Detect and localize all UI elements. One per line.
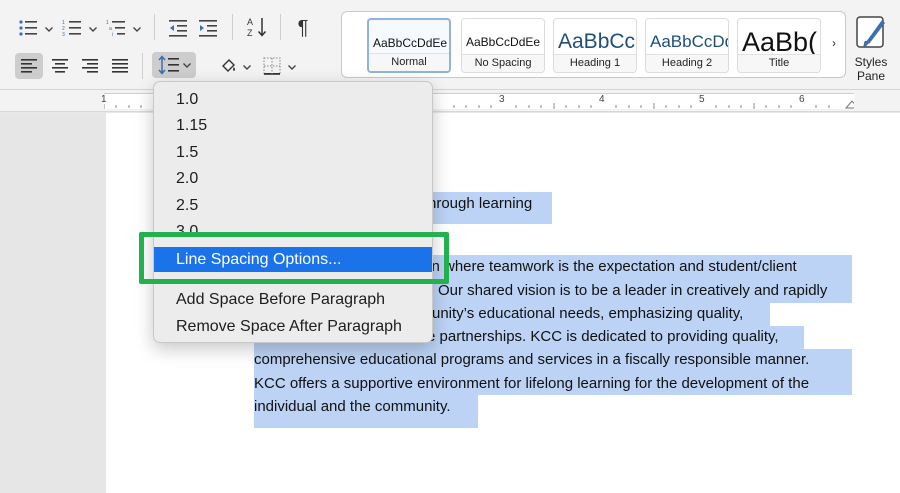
ruler: 1 3 4 5 6 <box>0 90 900 112</box>
increase-indent-icon[interactable] <box>196 15 220 41</box>
style-name: Normal <box>369 53 449 71</box>
line-spacing-menu: 1.0 1.15 1.5 2.0 2.5 3.0 Line Spacing Op… <box>153 81 433 343</box>
more-styles-icon[interactable]: › <box>832 36 836 50</box>
svg-text:i: i <box>112 32 113 37</box>
toolbar-divider <box>280 14 281 40</box>
svg-text:3: 3 <box>62 32 65 37</box>
ruler-mark: 4 <box>599 94 605 105</box>
line-spacing-icon <box>157 55 179 75</box>
style-sample: AaBb( <box>742 28 818 56</box>
document-line[interactable]: Our shared vision is to be a leader in c… <box>438 279 827 302</box>
style-no-spacing[interactable]: AaBbCcDdEe No Spacing <box>461 18 545 73</box>
menu-item-add-space-before[interactable]: Add Space Before Paragraph <box>176 290 385 310</box>
ruler-mark: 1 <box>101 94 107 105</box>
document-line[interactable]: comprehensive educational programs and s… <box>254 348 809 371</box>
toolbar-divider <box>142 53 143 79</box>
shading-icon[interactable] <box>218 53 240 79</box>
style-name: Heading 1 <box>554 54 636 72</box>
document-line[interactable]: tin where teamwork is the expectation an… <box>424 255 797 278</box>
styles-pane-button[interactable]: Styles Pane <box>848 12 894 84</box>
toolbar-divider <box>232 14 233 40</box>
style-title[interactable]: AaBb( Title <box>737 18 821 73</box>
document-line[interactable]: KCC offers a supportive environment for … <box>254 372 809 395</box>
ruler-mark: 5 <box>699 94 705 105</box>
svg-text:Z: Z <box>247 28 253 38</box>
ribbon-toolbar: 123 1ai AZ ¶ AaBbCcDdEe Normal AaBbCcDdE… <box>0 0 900 90</box>
ruler-mark: 6 <box>799 94 805 105</box>
style-sample: AaBbCc <box>558 30 636 53</box>
style-heading-1[interactable]: AaBbCc Heading 1 <box>553 18 637 73</box>
style-name: Heading 2 <box>646 54 728 72</box>
style-sample: AaBbCcDd <box>650 32 728 51</box>
chevron-down-icon[interactable] <box>243 62 251 72</box>
style-heading-2[interactable]: AaBbCcDd Heading 2 <box>645 18 729 73</box>
annotation-highlight-box <box>139 232 449 284</box>
numbering-icon[interactable]: 123 <box>60 15 84 41</box>
align-right-icon[interactable] <box>77 53 103 79</box>
decrease-indent-icon[interactable] <box>166 15 190 41</box>
chevron-down-icon[interactable] <box>288 62 296 72</box>
styles-pane-label-2: Pane <box>856 69 886 83</box>
document-line[interactable]: hrough learning <box>428 192 532 215</box>
style-normal[interactable]: AaBbCcDdEe Normal <box>367 18 451 73</box>
menu-item-spacing-1-15[interactable]: 1.15 <box>176 116 207 136</box>
align-center-icon[interactable] <box>47 53 73 79</box>
chevron-down-icon[interactable] <box>45 24 53 34</box>
chevron-down-icon[interactable] <box>133 24 141 34</box>
document-line[interactable]: individual and the community. <box>254 395 451 418</box>
show-formatting-icon[interactable]: ¶ <box>290 15 316 41</box>
multilevel-list-icon[interactable]: 1ai <box>104 15 128 41</box>
style-name: Title <box>738 54 820 72</box>
styles-pane-icon <box>856 16 885 48</box>
menu-item-remove-space-after[interactable]: Remove Space After Paragraph <box>176 317 402 337</box>
menu-item-spacing-1-5[interactable]: 1.5 <box>176 143 198 163</box>
styles-pane-label-1: Styles <box>854 55 888 69</box>
bullets-icon[interactable] <box>16 15 40 41</box>
svg-text:A: A <box>247 17 253 27</box>
chevron-down-icon <box>182 62 191 68</box>
align-left-icon[interactable] <box>15 53 43 79</box>
sort-icon[interactable]: AZ <box>244 14 270 40</box>
styles-gallery: AaBbCcDdEe Normal AaBbCcDdEe No Spacing … <box>341 11 846 78</box>
menu-item-spacing-1-0[interactable]: 1.0 <box>176 90 198 110</box>
line-spacing-button[interactable] <box>152 52 196 78</box>
menu-item-spacing-2-0[interactable]: 2.0 <box>176 169 198 189</box>
style-sample: AaBbCcDdEe <box>466 35 541 49</box>
ruler-mark: 3 <box>499 94 505 105</box>
justify-icon[interactable] <box>107 53 133 79</box>
style-name: No Spacing <box>462 54 544 72</box>
document-line[interactable]: e partnerships. KCC is dedicated to prov… <box>427 325 779 348</box>
toolbar-divider <box>154 14 155 40</box>
document-line[interactable]: unity’s educational needs, emphasizing q… <box>432 302 743 325</box>
chevron-down-icon[interactable] <box>89 24 97 34</box>
menu-item-spacing-2-5[interactable]: 2.5 <box>176 196 198 216</box>
borders-icon[interactable] <box>260 53 284 79</box>
